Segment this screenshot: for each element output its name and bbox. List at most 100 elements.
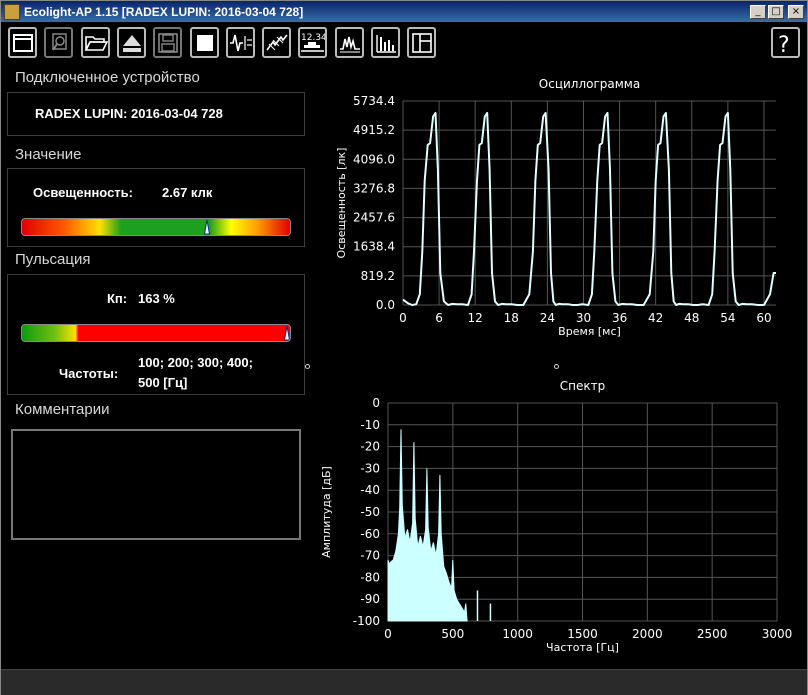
stop-icon bbox=[196, 34, 213, 51]
spectrum-area bbox=[387, 429, 468, 622]
device-name: RADEX LUPIN: 2016-03-04 728 bbox=[35, 106, 223, 121]
kp-value: 163 % bbox=[138, 291, 175, 306]
x-tick-label: 18 bbox=[504, 311, 519, 325]
toolbar: 12.34 ? bbox=[1, 23, 807, 63]
pulsation-button[interactable] bbox=[226, 27, 255, 58]
numeric-display-icon: 12.34 bbox=[301, 33, 325, 52]
illuminance-scale-bar bbox=[21, 218, 291, 236]
y-tick-label: 2457.6 bbox=[353, 211, 395, 225]
x-tick-label: 2000 bbox=[632, 627, 663, 641]
x-tick-label: 1000 bbox=[502, 627, 533, 641]
splitter-handle-vertical[interactable] bbox=[305, 364, 310, 369]
eject-icon bbox=[122, 34, 141, 52]
comments-section-title: Комментарии bbox=[15, 401, 110, 418]
window-title: Ecolight-AP 1.15 [RADEX LUPIN: 2016-03-0… bbox=[24, 4, 304, 19]
window-icon bbox=[12, 33, 33, 52]
x-tick-label: 42 bbox=[648, 311, 663, 325]
x-axis-label: Время [мс] bbox=[558, 325, 621, 338]
y-tick-label: -50 bbox=[360, 505, 380, 519]
flicker-button[interactable] bbox=[262, 27, 291, 58]
help-icon: ? bbox=[778, 33, 790, 55]
numeric-display-text: 12.34 bbox=[301, 33, 325, 43]
y-tick-label: 4096.0 bbox=[353, 152, 395, 166]
x-tick-label: 2500 bbox=[697, 627, 728, 641]
frequencies-label: Частоты: bbox=[59, 366, 119, 381]
x-axis-label: Частота [Гц] bbox=[546, 641, 619, 654]
layout-button[interactable] bbox=[407, 27, 436, 58]
spectrum-button[interactable] bbox=[371, 27, 400, 58]
magnifier-icon bbox=[51, 32, 67, 51]
illuminance-marker bbox=[203, 219, 210, 235]
zoom-button[interactable] bbox=[44, 27, 73, 58]
oscillogram-chart[interactable]: Осциллограмма 0 6 12 18 24 30 36 42 48 54 60 0.0 819.… bbox=[311, 71, 801, 361]
y-axis-label: Амплитуда [дБ] bbox=[320, 466, 333, 558]
app-window: Ecolight-AP 1.15 [RADEX LUPIN: 2016-03-0… bbox=[0, 0, 808, 695]
frequencies-line-1: 100; 200; 300; 400; bbox=[138, 355, 253, 370]
y-tick-label: -10 bbox=[360, 418, 380, 432]
save-icon bbox=[157, 32, 178, 53]
y-tick-label: 3276.8 bbox=[353, 181, 395, 195]
x-tick-label: 24 bbox=[540, 311, 555, 325]
illuminance-label: Освещенность: bbox=[33, 185, 133, 200]
pulsation-scale-bar bbox=[21, 324, 291, 342]
frequencies-line-2: 500 [Гц] bbox=[138, 375, 188, 390]
close-button[interactable]: × bbox=[788, 4, 804, 19]
minimize-button[interactable]: _ bbox=[750, 4, 766, 19]
waveform-icon bbox=[229, 34, 252, 51]
stop-button[interactable] bbox=[190, 27, 219, 58]
eject-button[interactable] bbox=[117, 27, 146, 58]
pulsation-section-title: Пульсация bbox=[15, 251, 91, 268]
y-tick-label: 5734.4 bbox=[353, 94, 395, 108]
pulsation-marker bbox=[284, 325, 290, 341]
x-tick-label: 30 bbox=[576, 311, 591, 325]
y-tick-label: -30 bbox=[360, 461, 380, 475]
oscillogram-button[interactable] bbox=[335, 27, 364, 58]
chart-title: Осциллограмма bbox=[539, 77, 640, 91]
app-logo-icon bbox=[4, 3, 20, 20]
y-tick-label: -20 bbox=[360, 440, 380, 454]
x-tick-label: 6 bbox=[435, 311, 443, 325]
device-section-title: Подключенное устройство bbox=[15, 69, 200, 86]
y-tick-label: 819.2 bbox=[361, 269, 395, 283]
folder-open-icon bbox=[84, 35, 108, 51]
value-section-title: Значение bbox=[15, 146, 82, 163]
x-tick-label: 1500 bbox=[567, 627, 598, 641]
open-button[interactable] bbox=[81, 27, 110, 58]
x-tick-label: 3000 bbox=[762, 627, 793, 641]
y-tick-label: -80 bbox=[360, 570, 380, 584]
help-text: ? bbox=[778, 33, 790, 55]
frequencies-value: 100; 200; 300; 400; 500 [Гц] bbox=[138, 353, 288, 393]
help-button[interactable]: ? bbox=[771, 27, 800, 58]
y-tick-label: 0.0 bbox=[376, 298, 395, 312]
x-tick-label: 500 bbox=[441, 627, 464, 641]
y-tick-label: -100 bbox=[353, 614, 380, 628]
y-tick-label: -40 bbox=[360, 483, 380, 497]
x-tick-label: 36 bbox=[612, 311, 627, 325]
numeric-button[interactable]: 12.34 bbox=[298, 27, 327, 58]
window-button[interactable] bbox=[8, 27, 37, 58]
chart-title: Спектр bbox=[560, 379, 605, 393]
y-tick-label: 0 bbox=[372, 396, 380, 410]
layout-panels-icon bbox=[411, 32, 432, 53]
illuminance-value: 2.67 клк bbox=[162, 185, 213, 200]
x-tick-label: 0 bbox=[399, 311, 407, 325]
y-tick-label: -60 bbox=[360, 527, 380, 541]
maximize-button[interactable]: □ bbox=[768, 4, 784, 19]
oscilloscope-icon bbox=[339, 36, 360, 52]
y-tick-label: 4915.2 bbox=[353, 123, 395, 137]
kp-label: Кп: bbox=[107, 291, 128, 306]
splitter-handle-horizontal[interactable] bbox=[554, 364, 559, 369]
x-tick-label: 54 bbox=[720, 311, 735, 325]
y-axis-label: Освещенность [лк] bbox=[335, 148, 348, 259]
status-bar bbox=[1, 669, 807, 695]
spectrum-chart[interactable]: Спектр 0 500 1000 1500 2000 2500 3000 0 -10 -20 -30… bbox=[311, 377, 801, 667]
spectrum-bars-icon bbox=[375, 34, 396, 53]
x-tick-label: 48 bbox=[684, 311, 699, 325]
x-tick-label: 0 bbox=[384, 627, 392, 641]
x-tick-label: 12 bbox=[468, 311, 483, 325]
y-tick-label: -90 bbox=[360, 592, 380, 606]
comments-textarea[interactable] bbox=[11, 429, 301, 540]
save-button[interactable] bbox=[153, 27, 182, 58]
y-tick-label: -70 bbox=[360, 549, 380, 563]
title-bar[interactable]: Ecolight-AP 1.15 [RADEX LUPIN: 2016-03-0… bbox=[1, 1, 807, 22]
